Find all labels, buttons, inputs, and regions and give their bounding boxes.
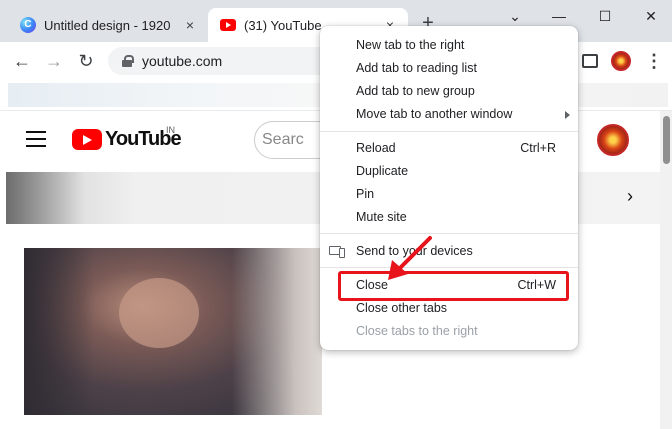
youtube-icon xyxy=(220,19,236,31)
hamburger-menu-icon[interactable] xyxy=(26,131,46,147)
tab-canva[interactable]: C Untitled design - 1920 × xyxy=(8,8,208,42)
url-text: youtube.com xyxy=(142,53,223,69)
youtube-logo[interactable]: YouTube xyxy=(72,127,182,151)
thumbnail-blur xyxy=(119,278,199,348)
side-panel-icon[interactable] xyxy=(582,54,598,68)
video-thumbnail[interactable] xyxy=(24,248,322,415)
menu-item-label: Reload xyxy=(356,141,396,155)
menu-item-close-tabs-right[interactable]: Close tabs to the right xyxy=(320,320,578,343)
menu-separator xyxy=(320,131,578,132)
forward-button[interactable]: → xyxy=(42,49,66,73)
menu-item-add-new-group[interactable]: Add tab to new group xyxy=(320,80,578,103)
menu-item-label: Close other tabs xyxy=(356,301,448,315)
menu-item-label: Duplicate xyxy=(356,164,409,178)
annotation-highlight-box xyxy=(338,271,569,301)
back-button[interactable]: ← xyxy=(10,49,34,73)
tab-context-menu: New tab to the right Add tab to reading … xyxy=(320,26,578,350)
annotation-arrow-icon xyxy=(388,236,432,280)
lock-icon[interactable] xyxy=(122,55,134,67)
tab-close-icon[interactable]: × xyxy=(182,17,198,33)
menu-item-pin[interactable]: Pin xyxy=(320,183,578,206)
submenu-arrow-icon xyxy=(565,111,570,119)
devices-icon xyxy=(329,246,345,258)
close-window-button[interactable]: ✕ xyxy=(636,6,666,26)
menu-item-label: Add tab to reading list xyxy=(356,61,477,75)
menu-item-label: Add tab to new group xyxy=(356,84,475,98)
menu-item-add-reading-list[interactable]: Add tab to reading list xyxy=(320,57,578,80)
menu-shortcut: Ctrl+R xyxy=(520,141,556,155)
youtube-play-icon xyxy=(72,128,102,150)
canva-icon: C xyxy=(20,17,36,33)
region-code: IN xyxy=(166,125,175,135)
minimize-button[interactable]: — xyxy=(544,6,574,26)
menu-item-label: Close tabs to the right xyxy=(356,324,478,338)
menu-item-label: New tab to the right xyxy=(356,38,465,52)
profile-avatar[interactable] xyxy=(611,51,631,71)
reload-button[interactable]: ↻ xyxy=(74,49,98,73)
menu-item-label: Mute site xyxy=(356,210,407,224)
menu-item-send-to-devices[interactable]: Send to your devices xyxy=(320,240,578,263)
scrollbar-thumb[interactable] xyxy=(663,116,670,164)
menu-kebab-icon[interactable]: ⋮ xyxy=(644,51,664,71)
tab-search-icon[interactable]: ⌄ xyxy=(500,6,530,26)
tab-title: Untitled design - 1920 xyxy=(44,17,171,33)
chevron-right-icon[interactable]: › xyxy=(620,186,640,206)
menu-separator xyxy=(320,267,578,268)
menu-item-mute-site[interactable]: Mute site xyxy=(320,206,578,229)
menu-item-new-tab-right[interactable]: New tab to the right xyxy=(320,34,578,57)
menu-separator xyxy=(320,233,578,234)
menu-item-reload[interactable]: Reload Ctrl+R xyxy=(320,137,578,160)
menu-item-label: Pin xyxy=(356,187,375,201)
maximize-button[interactable]: ☐ xyxy=(590,6,620,26)
menu-item-label: Move tab to another window xyxy=(356,107,513,121)
menu-item-duplicate[interactable]: Duplicate xyxy=(320,160,578,183)
youtube-avatar[interactable] xyxy=(597,124,629,156)
menu-item-move-tab[interactable]: Move tab to another window xyxy=(320,103,578,126)
